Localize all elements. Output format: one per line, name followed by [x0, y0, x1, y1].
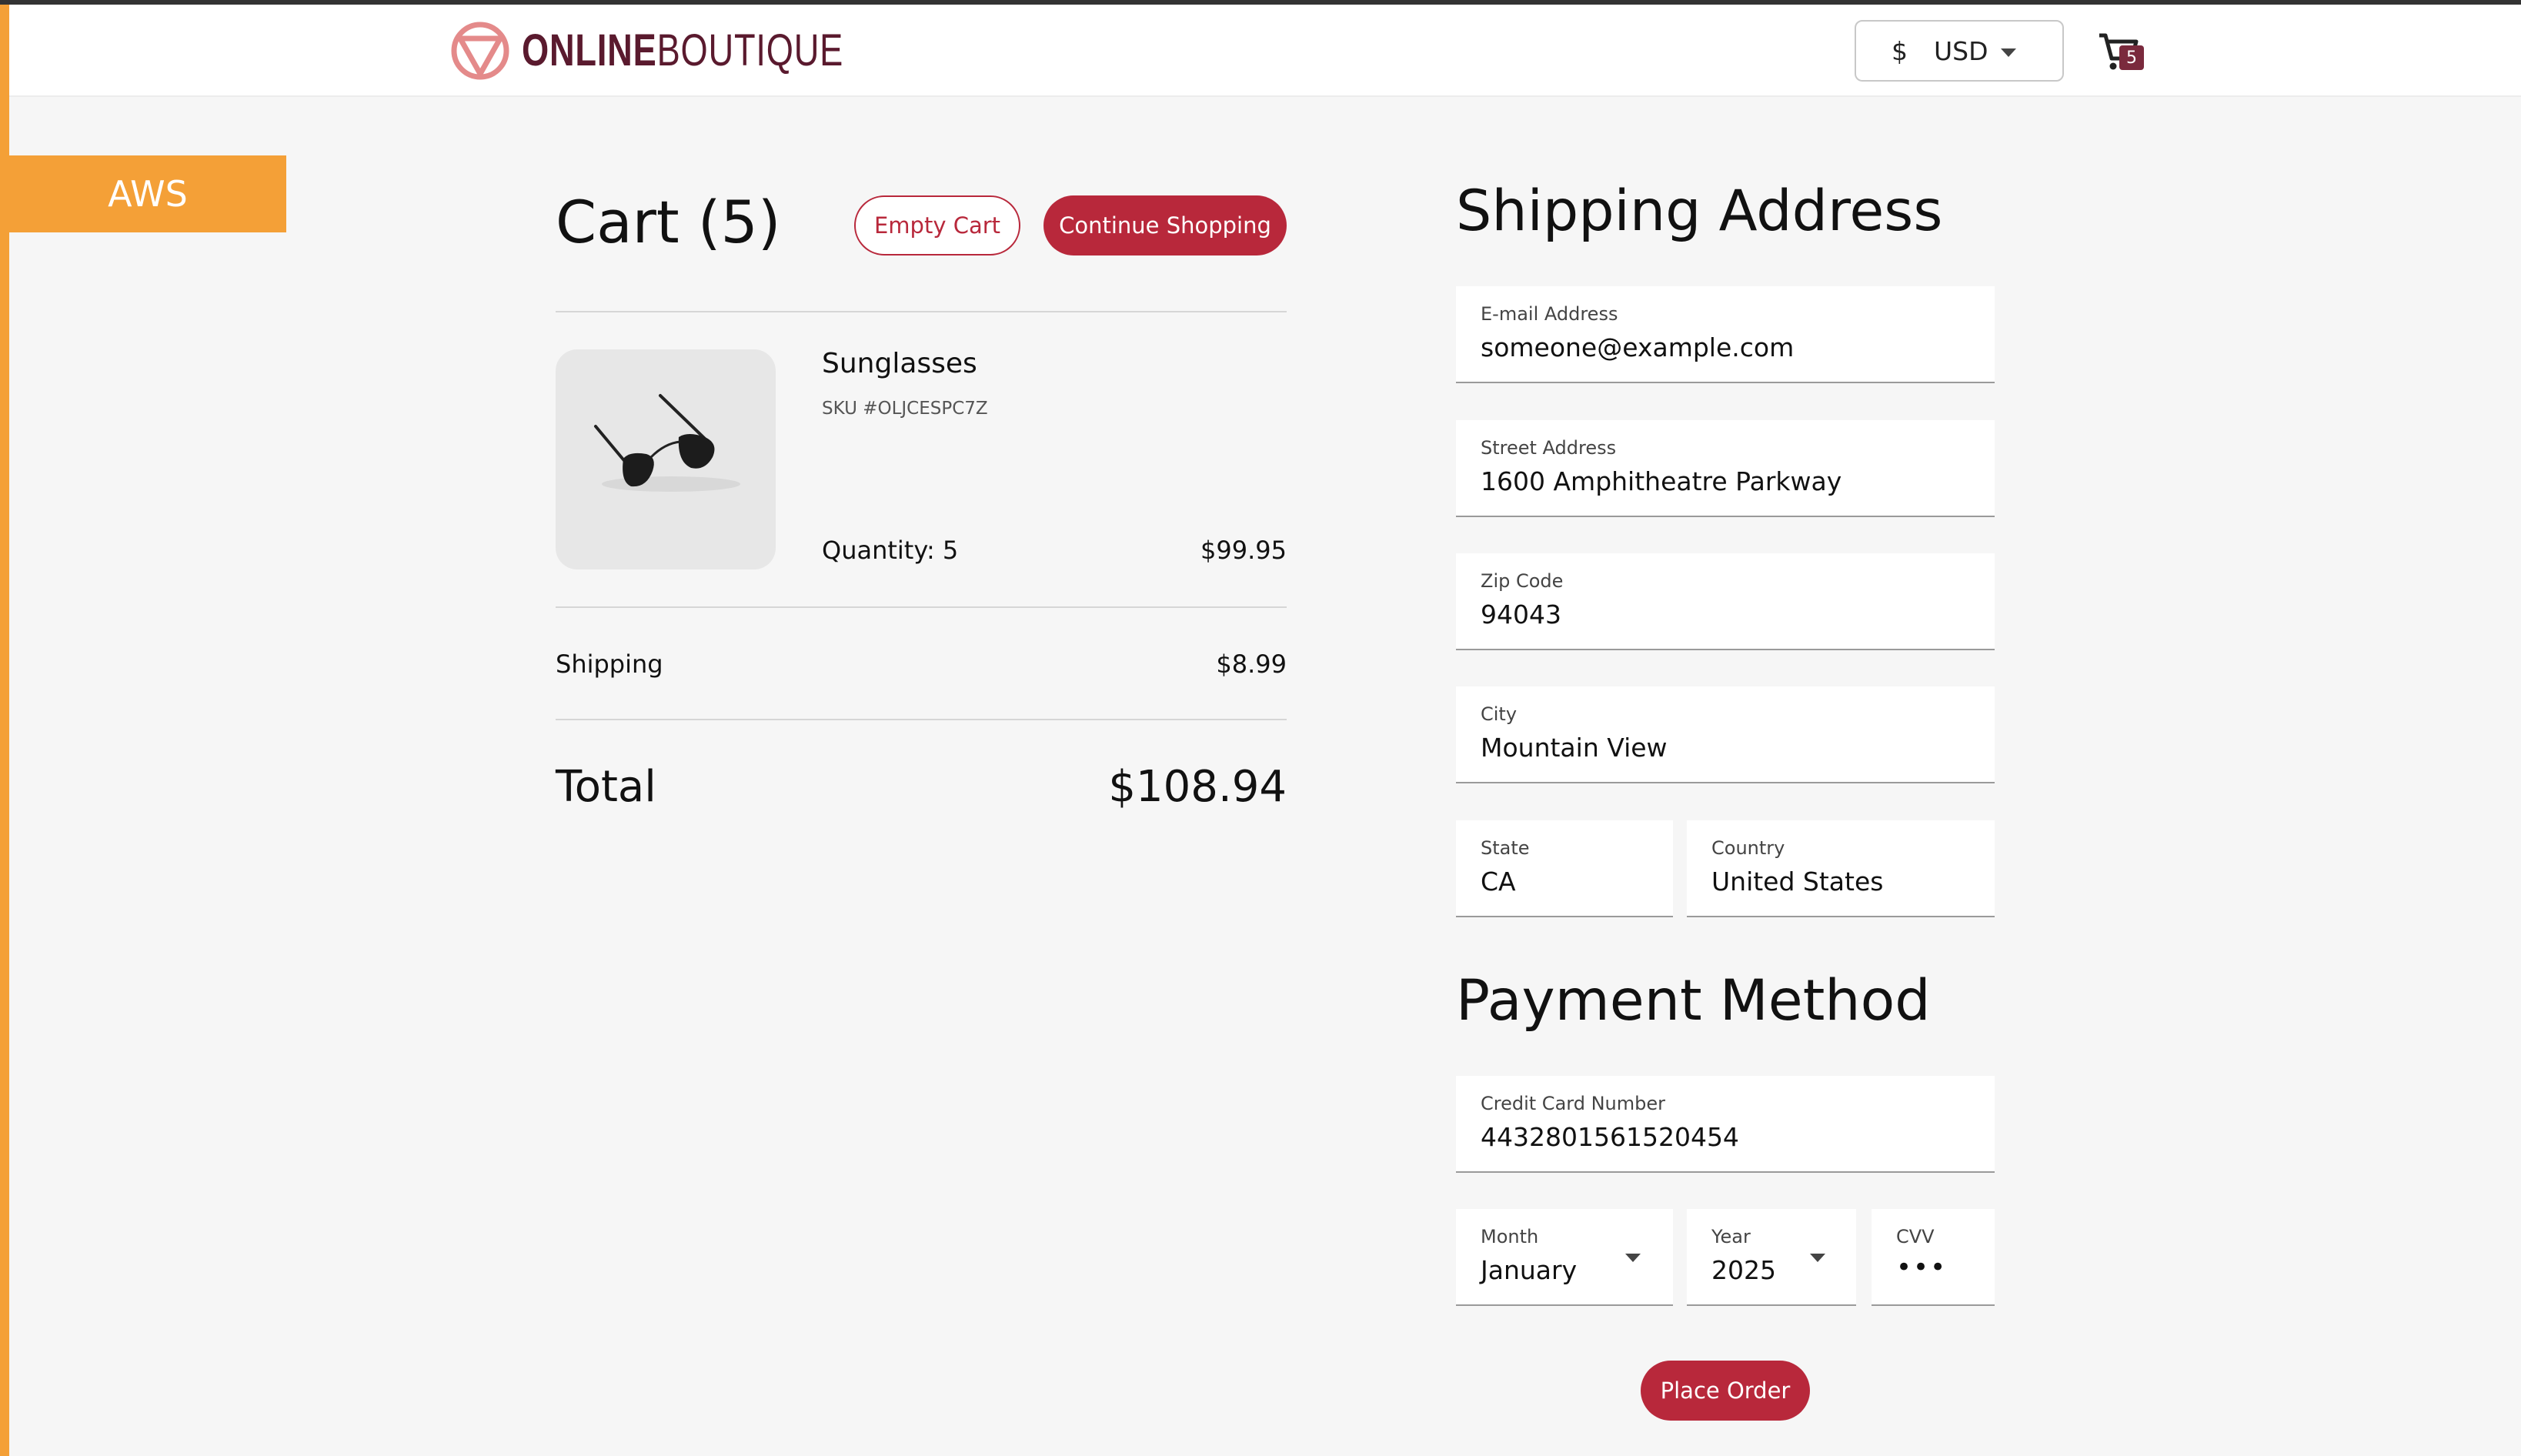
year-select[interactable]: Year 2025 — [1687, 1209, 1856, 1306]
place-order-button[interactable]: Place Order — [1641, 1361, 1810, 1421]
divider — [556, 311, 1287, 312]
year-label: Year — [1711, 1226, 1751, 1247]
shipping-address-title: Shipping Address — [1456, 179, 1943, 244]
country-label: Country — [1711, 837, 1785, 859]
sunglasses-icon — [594, 394, 740, 492]
shipping-cost: $8.99 — [1216, 650, 1287, 679]
logo-wordmark: ONLINEBOUTIQUE — [522, 25, 844, 75]
cvv-label: CVV — [1896, 1226, 1935, 1247]
street-value: 1600 Amphitheatre Parkway — [1481, 466, 1842, 496]
cart-count-badge: 5 — [2119, 45, 2144, 70]
state-label: State — [1481, 837, 1530, 859]
site-logo[interactable]: ONLINEBOUTIQUE — [449, 18, 934, 83]
environment-stripe — [0, 5, 9, 1456]
continue-shopping-button[interactable]: Continue Shopping — [1043, 195, 1287, 255]
zip-label: Zip Code — [1481, 570, 1564, 592]
cvv-field[interactable]: CVV ••• — [1872, 1209, 1995, 1306]
environment-badge: AWS — [9, 155, 286, 232]
zip-value: 94043 — [1481, 599, 1561, 629]
cvv-value: ••• — [1896, 1252, 1948, 1283]
email-value: someone@example.com — [1481, 332, 1795, 362]
chevron-down-icon — [2001, 48, 2016, 57]
street-label: Street Address — [1481, 437, 1617, 459]
street-address-field[interactable]: Street Address 1600 Amphitheatre Parkway — [1456, 420, 1995, 517]
payment-method-title: Payment Method — [1456, 968, 1931, 1034]
product-image[interactable] — [556, 349, 776, 569]
city-label: City — [1481, 703, 1518, 725]
currency-select[interactable]: $ USD — [1855, 20, 2064, 82]
total-amount: $108.94 — [1108, 762, 1287, 812]
email-label: E-mail Address — [1481, 303, 1618, 325]
product-sku: SKU #OLJCESPC7Z — [822, 399, 988, 419]
currency-symbol: $ — [1892, 35, 1908, 66]
divider — [556, 719, 1287, 720]
city-field[interactable]: City Mountain View — [1456, 686, 1995, 783]
card-label: Credit Card Number — [1481, 1093, 1665, 1114]
card-value: 4432801561520454 — [1481, 1122, 1739, 1152]
divider — [556, 606, 1287, 608]
cart-title: Cart (5) — [556, 188, 781, 256]
state-value: CA — [1481, 867, 1516, 897]
email-field[interactable]: E-mail Address someone@example.com — [1456, 286, 1995, 383]
product-price: $99.95 — [1200, 536, 1287, 565]
chevron-down-icon — [1625, 1254, 1641, 1262]
credit-card-field[interactable]: Credit Card Number 4432801561520454 — [1456, 1076, 1995, 1173]
logo-icon — [451, 22, 509, 80]
total-label: Total — [556, 762, 656, 812]
country-field[interactable]: Country United States — [1687, 820, 1995, 917]
zip-code-field[interactable]: Zip Code 94043 — [1456, 553, 1995, 650]
empty-cart-button[interactable]: Empty Cart — [854, 195, 1020, 255]
country-value: United States — [1711, 867, 1884, 897]
year-value: 2025 — [1711, 1255, 1776, 1285]
shipping-label: Shipping — [556, 650, 663, 679]
state-field[interactable]: State CA — [1456, 820, 1673, 917]
month-value: January — [1481, 1255, 1578, 1285]
month-select[interactable]: Month January — [1456, 1209, 1673, 1306]
site-header: ONLINEBOUTIQUE $ USD 5 — [9, 5, 2521, 97]
product-name[interactable]: Sunglasses — [822, 348, 977, 379]
city-value: Mountain View — [1481, 733, 1668, 763]
month-label: Month — [1481, 1226, 1539, 1247]
currency-code: USD — [1934, 35, 1988, 66]
product-quantity: Quantity: 5 — [822, 536, 959, 565]
chevron-down-icon — [1810, 1254, 1825, 1262]
